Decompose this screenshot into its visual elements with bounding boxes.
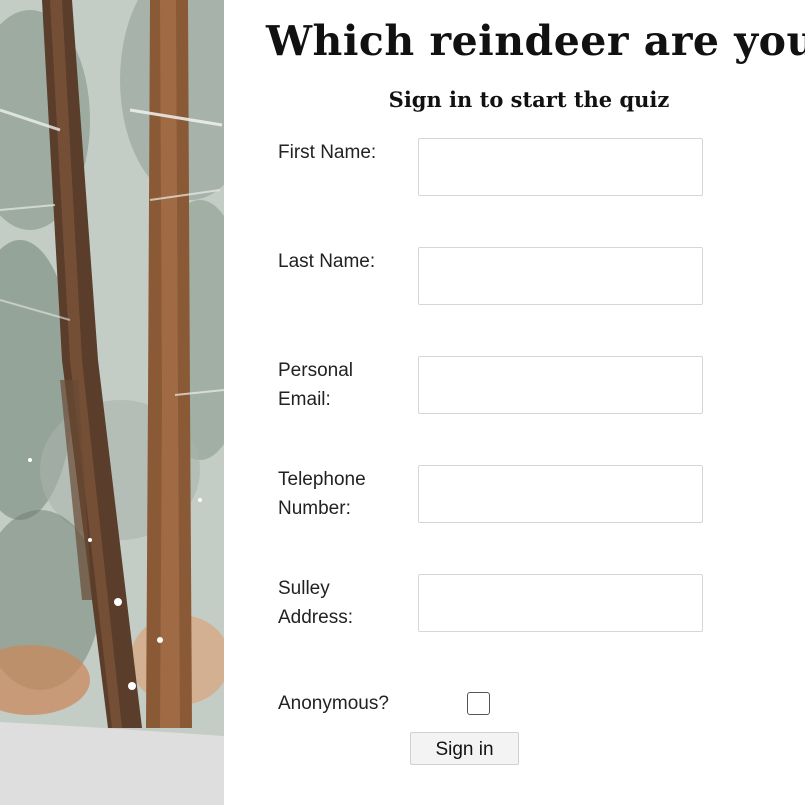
first-name-input[interactable]	[418, 138, 703, 196]
telephone-input[interactable]	[418, 465, 703, 523]
anonymous-checkbox[interactable]	[467, 692, 490, 715]
address-row: Sulley Address:	[278, 574, 708, 634]
email-row: Personal Email:	[278, 356, 708, 416]
anonymous-label: Anonymous?	[278, 693, 389, 714]
telephone-row: Telephone Number:	[278, 465, 708, 525]
last-name-label: Last Name:	[278, 251, 376, 272]
page-title: Which reindeer are you?	[266, 17, 805, 65]
address-label: Sulley Address:	[278, 578, 353, 628]
winter-forest-image	[0, 0, 224, 805]
page-subtitle: Sign in to start the quiz	[388, 87, 670, 112]
first-name-row: First Name:	[278, 138, 708, 198]
email-label: Personal Email:	[278, 360, 353, 410]
last-name-row: Last Name:	[278, 247, 708, 307]
email-input[interactable]	[418, 356, 703, 414]
telephone-label: Telephone Number:	[278, 469, 366, 519]
last-name-input[interactable]	[418, 247, 703, 305]
first-name-label: First Name:	[278, 142, 377, 163]
address-input[interactable]	[418, 574, 703, 632]
sign-in-button[interactable]: Sign in	[410, 732, 519, 765]
